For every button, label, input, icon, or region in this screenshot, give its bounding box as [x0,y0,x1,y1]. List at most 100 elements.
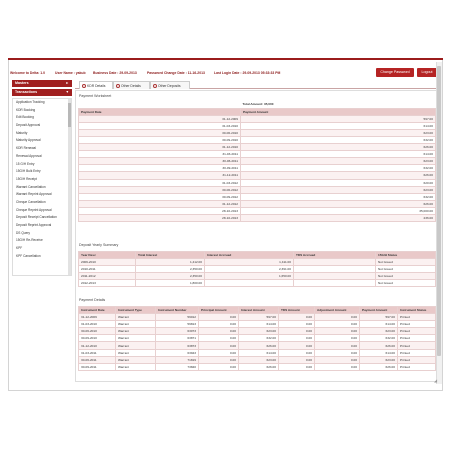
table-cell: 31-03-2010 [78,121,241,130]
table-cell: 623.00 [238,327,279,336]
table-cell: 30-09-2010 [78,334,116,343]
tab-bar: KDR Details Other Details Other Deposits [75,80,439,89]
tab-kdr-details[interactable]: KDR Details [79,81,113,89]
column-header: Payment Date [78,107,241,116]
table-row: 28-10-2013 35,000.00 [78,206,436,216]
sidebar-header-transactions[interactable]: Transactions ▼ [12,89,72,96]
table-cell: 614.00 [238,320,279,329]
menu-item[interactable]: Edit Booking [13,114,71,122]
table-cell: Printed [397,313,436,322]
table-row: 30-09-2011 632.00 [78,164,436,173]
table-row: 30-06-2010 623.00 [78,128,436,137]
menu-item[interactable]: Cheque Cancellation [13,199,71,207]
table-row: 31-03-2011 614.00 [78,150,436,159]
tab-content: Payment Worksheet Total Amount: 35,000 P… [75,90,439,382]
table-cell: 31-12-2011 [78,171,241,180]
table-row: 2010-2011 2,350.00 2,391.00 Not Issued [78,265,436,274]
table-cell: 63073 [155,327,199,336]
menu-item[interactable]: Application Tracking [13,99,71,107]
table-cell: 0.00 [314,341,360,350]
payment-worksheet-table: Total Amount: 35,000 Payment Date Paymen… [78,101,436,223]
tab-label: KDR Details [87,84,106,88]
table-cell: 0.00 [198,313,239,322]
menu-item[interactable]: Maturity Approval [13,137,71,145]
table-row: 31-12-2010 Warrant 63873 0.00 626.00 0.00 0.00… [78,341,436,350]
menu-scroll-thumb[interactable] [68,103,71,127]
menu-item[interactable]: Deposit Receipt Cancellation [13,214,71,222]
table-cell: Warrant [115,355,156,364]
table-cell: 31-12-2012 [78,199,241,208]
table-row: 30-06-2011 Warrant 71819 0.00 623.00 0.00 0.00… [78,355,436,364]
table-cell: 623.00 [359,355,398,364]
menu-item[interactable]: KPF Cancellation [13,253,71,261]
menu-item[interactable]: Cheque Reprint Approval [13,207,71,215]
table-cell: 31-03-2011 [78,150,241,159]
sidebar-header-masters[interactable]: Masters ► [12,80,72,87]
menu-item[interactable]: Warrant Reprint Approval [13,191,71,199]
menu-item[interactable]: Deposit Reprint Approval [13,222,71,230]
table-cell: 73840 [155,362,199,371]
menu-item[interactable]: Deposit Approval [13,122,71,130]
table-cell: 614.00 [238,348,279,357]
table-cell: 71819 [155,355,199,364]
column-header: Instrument Status [397,305,436,315]
logout-button[interactable]: Logout [417,68,437,77]
menu-item[interactable]: DS Query [13,230,71,238]
table-cell: 0.00 [314,334,360,343]
payment-details-table: Instrument Date Instrument Type Instrume… [78,305,436,371]
table-cell: 59813 [155,320,199,329]
menu-item[interactable]: Renewal Approval [13,153,71,161]
table-cell: 2009-2010 [78,258,136,267]
sidebar: Masters ► Transactions ▼ Application Tra… [12,80,72,382]
tab-label: Other Details [121,84,141,88]
table-row: 31-12-2009 597.00 [78,114,436,123]
app-header: Welcome to Delta: 1.0 User Name : yakub … [8,66,443,80]
table-row: 31-12-2010 626.00 [78,143,436,152]
menu-item[interactable]: KDR Renewal [13,145,71,153]
table-cell: Printed [397,355,436,364]
table-cell: 31-03-2010 [78,320,116,329]
table-cell: 0.00 [198,334,239,343]
table-cell: Warrant [115,320,156,329]
table-row: 30-09-2010 Warrant 63871 0.00 632.00 0.00 0.00… [78,334,436,343]
sidebar-header-label: Transactions [15,90,38,94]
table-cell [293,272,376,281]
menu-item[interactable]: 15G/H Re-Receive [13,237,71,245]
column-header: 15G/H Status [375,250,436,260]
table-row: 30-09-2011 Warrant 73840 0.00 626.00 0.00 0.00… [78,362,436,371]
tab-label: Other Deposits [158,84,181,88]
menu-item[interactable]: Maturity [13,130,71,138]
table-row: 28-10-2013 236.00 [78,213,436,223]
menu-item[interactable]: KPF [13,245,71,253]
table-cell: 30-06-2012 [78,185,241,194]
table-cell: 31-03-2012 [78,178,241,187]
menu-item[interactable]: 15 G/H Entry [13,161,71,169]
table-cell: 626.00 [240,143,436,152]
menu-item[interactable]: Warrant Cancellation [13,184,71,192]
menu-item[interactable]: 15G/H Bulk Entry [13,168,71,176]
menu-item[interactable]: KDR Booking [13,107,71,115]
table-cell: 63873 [155,341,199,350]
column-header: Instrument Type [115,305,156,315]
tab-other-deposits[interactable]: Other Deposits [150,81,190,89]
table-row: 30-09-2012 632.00 [78,192,436,201]
table-cell: 30-06-2011 [78,355,116,364]
table-cell: Printed [397,362,436,371]
table-cell: 28-10-2013 [78,213,241,223]
table-cell: 0.00 [198,348,239,357]
table-cell: Printed [397,341,436,350]
table-cell: 63871 [155,334,199,343]
table-cell: 623.00 [240,157,436,166]
menu-item[interactable]: 15G/H Receipt [13,176,71,184]
table-cell: 2012-2013 [78,279,136,288]
tab-other-details[interactable]: Other Details [113,81,150,89]
table-cell: 236.00 [240,213,436,223]
table-cell: Not Issued [375,258,436,267]
radio-icon [82,84,86,88]
table-cell: 623.00 [359,327,398,336]
resize-grip-icon[interactable]: ◢ [434,378,437,383]
column-header: TDS Amount [278,305,315,315]
page-scroll-thumb[interactable] [437,66,441,356]
change-password-button[interactable]: Change Password [376,68,414,77]
table-cell: 31-12-2010 [78,341,116,350]
